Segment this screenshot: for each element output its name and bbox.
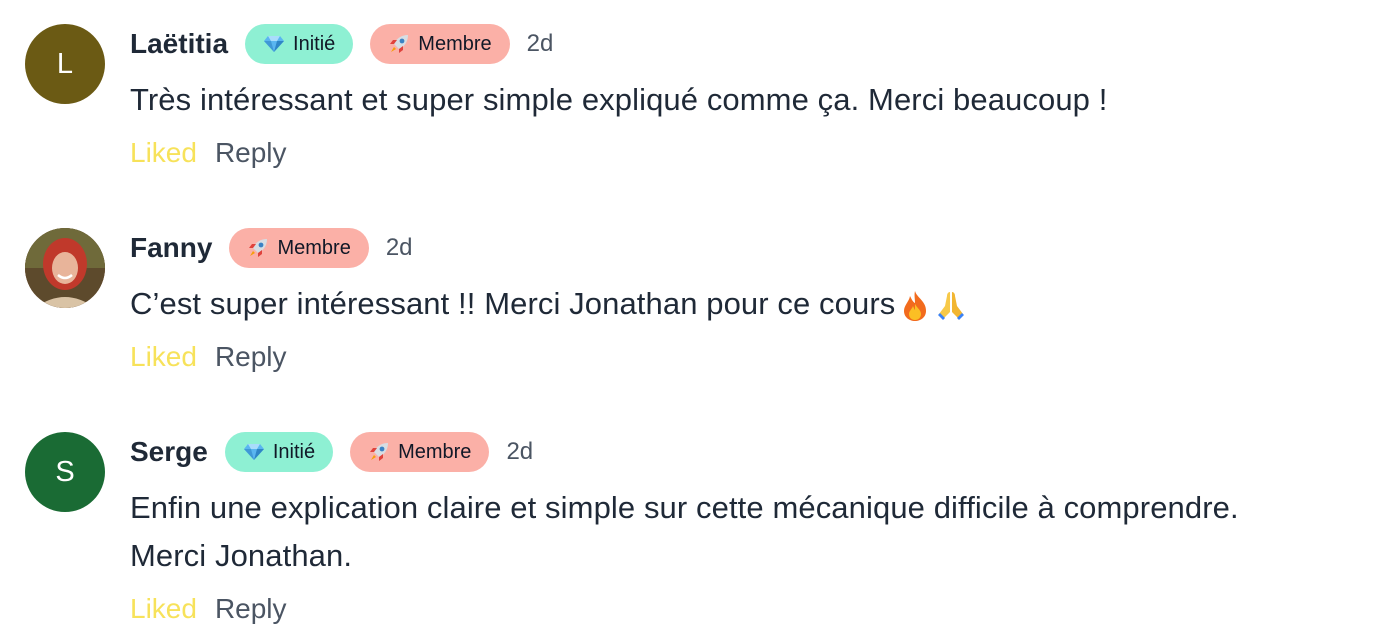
badge-label: Membre (277, 236, 351, 259)
comment-actions: Liked Reply (130, 339, 1380, 375)
comment-actions: Liked Reply (130, 135, 1380, 171)
comment-text: C’est super intéressant !! Merci Jonatha… (130, 280, 1380, 328)
author-name[interactable]: Fanny (130, 232, 212, 264)
comment-actions: Liked Reply (130, 591, 1380, 627)
reply-button[interactable]: Reply (215, 137, 287, 169)
comment-text-line: Merci Jonathan. (130, 538, 353, 573)
badge-label: Initié (272, 440, 316, 463)
timestamp[interactable]: 2d (506, 438, 533, 466)
like-button[interactable]: Liked (130, 341, 197, 373)
author-name[interactable]: Laëtitia (130, 28, 228, 60)
avatar-photo (25, 228, 105, 308)
like-button[interactable]: Liked (130, 593, 197, 625)
badge-label: Membre (418, 32, 492, 55)
badge-label: Membre (398, 440, 472, 463)
timestamp[interactable]: 2d (386, 234, 413, 262)
rocket-icon (247, 237, 269, 259)
comment-body: Laëtitia Initié Membre 2d Très intéressa… (130, 24, 1380, 171)
comment-list: L Laëtitia Initié Membre 2d Très intéres… (0, 0, 1400, 644)
avatar-initial: S (55, 455, 75, 488)
comment-text: Enfin une explication claire et simple s… (130, 484, 1380, 580)
timestamp[interactable]: 2d (527, 30, 554, 58)
comment-body: Fanny Membre 2d C’est super intéressant … (130, 228, 1380, 375)
comment-text-line: Très intéressant et super simple expliqu… (130, 82, 1108, 117)
comment-body: Serge Initié Membre 2d Enfin une explica… (130, 432, 1380, 627)
badge-membre: Membre (370, 24, 510, 64)
comment-header: Fanny Membre 2d (130, 228, 1380, 268)
badge-initie: Initié (245, 24, 354, 64)
badge-initie: Initié (224, 432, 334, 472)
comment-header: Serge Initié Membre 2d (130, 432, 1380, 472)
avatar[interactable]: L (25, 24, 105, 104)
author-name[interactable]: Serge (130, 436, 208, 468)
praying-hands-icon (935, 290, 967, 322)
comment-text-line: Enfin une explication claire et simple s… (130, 490, 1239, 525)
fire-icon (901, 290, 929, 322)
comment-text-content: C’est super intéressant !! Merci Jonatha… (130, 286, 896, 321)
rocket-icon (388, 33, 410, 55)
avatar[interactable]: S (25, 432, 105, 512)
rocket-icon (368, 441, 390, 463)
gem-icon (263, 33, 285, 55)
badge-label: Initié (293, 32, 336, 55)
badge-membre: Membre (229, 228, 369, 268)
reply-button[interactable]: Reply (215, 593, 287, 625)
gem-icon (243, 441, 265, 463)
comment-text: Très intéressant et super simple expliqu… (130, 76, 1380, 124)
like-button[interactable]: Liked (130, 137, 197, 169)
avatar[interactable] (25, 228, 105, 308)
comment-text-line: C’est super intéressant !! Merci Jonatha… (130, 280, 1380, 328)
badge-membre: Membre (350, 432, 490, 472)
comment-header: Laëtitia Initié Membre 2d (130, 24, 1380, 64)
reply-button[interactable]: Reply (215, 341, 287, 373)
avatar-initial: L (56, 47, 74, 80)
